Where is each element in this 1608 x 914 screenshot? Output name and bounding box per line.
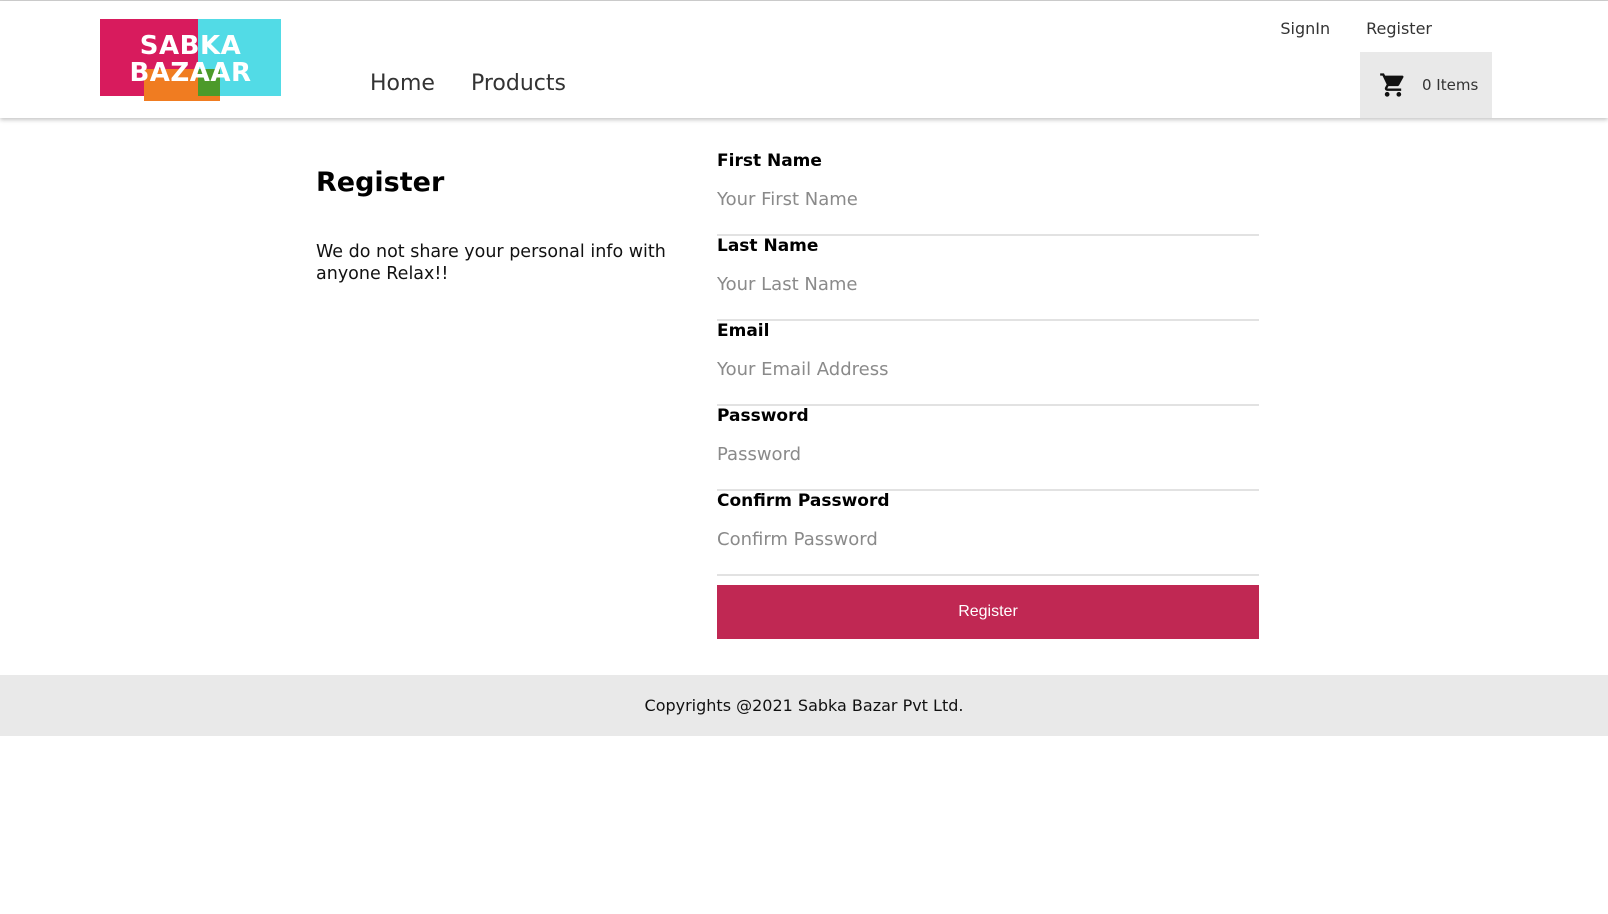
auth-links: SignIn Register	[1280, 19, 1432, 38]
first-name-field-group: First Name	[717, 151, 1259, 236]
last-name-label: Last Name	[717, 236, 819, 256]
password-label: Password	[717, 406, 809, 426]
email-input[interactable]	[717, 351, 1259, 387]
first-name-label: First Name	[717, 151, 822, 171]
site-header: SABKA BAZAAR Home Products SignIn Regist…	[0, 1, 1608, 118]
privacy-note: We do not share your personal info with …	[316, 242, 666, 284]
register-intro: Register We do not share your personal i…	[316, 166, 676, 285]
email-label: Email	[717, 321, 770, 341]
last-name-input[interactable]	[717, 266, 1259, 302]
logo-line-1: SABKA	[139, 31, 242, 61]
password-input[interactable]	[717, 436, 1259, 472]
copyright-text: Copyrights @2021 Sabka Bazar Pvt Ltd.	[644, 696, 964, 715]
main-nav: Home Products	[370, 71, 566, 96]
page-title: Register	[316, 167, 445, 198]
nav-item-home[interactable]: Home	[370, 71, 435, 96]
cart-count: 0 Items	[1422, 76, 1479, 94]
password-field-group: Password	[717, 406, 1259, 491]
confirm-password-input[interactable]	[717, 521, 1259, 557]
register-form: First Name Last Name Email Password Conf…	[717, 151, 1259, 576]
signin-link[interactable]: SignIn	[1280, 19, 1330, 38]
confirm-password-label: Confirm Password	[717, 491, 890, 511]
register-submit-button[interactable]: Register	[717, 585, 1259, 639]
nav-item-products[interactable]: Products	[471, 71, 566, 96]
cart-button[interactable]: 0 Items	[1360, 52, 1492, 118]
logo-line-2: BAZAAR	[129, 58, 252, 88]
email-field-group: Email	[717, 321, 1259, 406]
site-footer: Copyrights @2021 Sabka Bazar Pvt Ltd.	[0, 675, 1608, 736]
last-name-field-group: Last Name	[717, 236, 1259, 321]
first-name-input[interactable]	[717, 181, 1259, 217]
logo-text: SABKA BAZAAR	[100, 33, 281, 87]
brand-logo[interactable]: SABKA BAZAAR	[100, 19, 281, 101]
confirm-password-field-group: Confirm Password	[717, 491, 1259, 576]
register-link[interactable]: Register	[1366, 19, 1432, 38]
shopping-cart-icon	[1378, 71, 1408, 99]
